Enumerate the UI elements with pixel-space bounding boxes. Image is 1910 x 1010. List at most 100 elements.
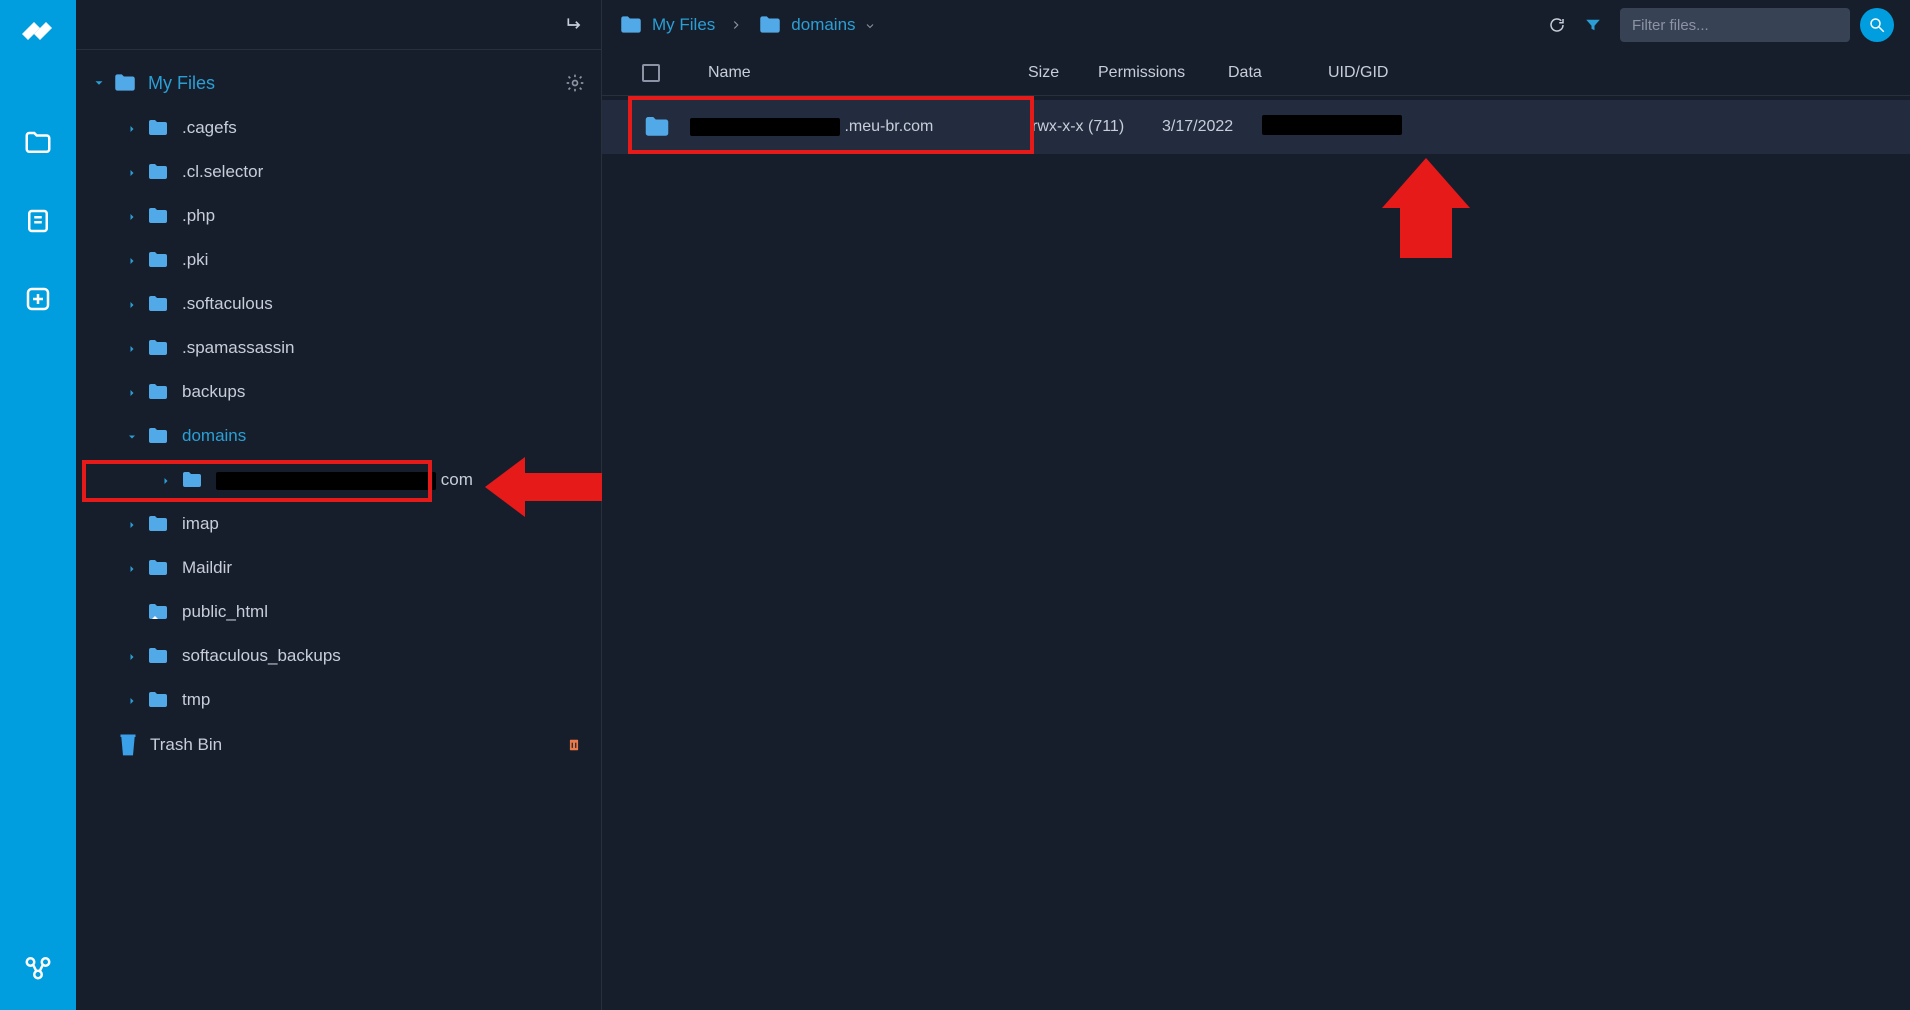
nav-files-icon[interactable]	[23, 128, 53, 158]
nav-notes-icon[interactable]	[23, 206, 53, 236]
col-header-date[interactable]: Data	[1228, 64, 1328, 82]
folder-icon	[146, 336, 170, 360]
tree-root-label: My Files	[148, 73, 215, 94]
tree-item-label: .softaculous	[182, 294, 273, 314]
filter-input[interactable]	[1620, 8, 1850, 42]
folder-icon	[146, 512, 170, 536]
folder-icon	[146, 556, 170, 580]
annotation-arrow-up	[1382, 158, 1470, 258]
tree-item-label: .cagefs	[182, 118, 237, 138]
table-header: Name Size Permissions Data UID/GID	[602, 50, 1910, 96]
tree-item-trash[interactable]: Trash Bin	[82, 722, 601, 768]
row-name-suffix: .meu-br.com	[844, 118, 933, 135]
chevron-right-icon	[126, 122, 138, 134]
icon-rail	[0, 0, 76, 1010]
breadcrumb-myfiles[interactable]: My Files	[652, 15, 715, 35]
tree-item[interactable]: .cagefs	[82, 106, 601, 150]
tree-item[interactable]: .cl.selector	[82, 150, 601, 194]
chevron-right-icon	[126, 650, 138, 662]
folder-icon	[146, 688, 170, 712]
tree-item-label: Maildir	[182, 558, 232, 578]
folder-icon	[757, 12, 783, 38]
redacted-text	[690, 118, 840, 136]
col-header-size[interactable]: Size	[1028, 64, 1098, 82]
chevron-right-icon	[126, 166, 138, 178]
tree-item[interactable]: backups	[82, 370, 601, 414]
chevron-right-icon	[729, 18, 743, 32]
folder-shortcut-icon	[146, 600, 170, 624]
tree-item[interactable]: .php	[82, 194, 601, 238]
chevron-right-icon	[160, 474, 172, 486]
chevron-right-icon	[126, 386, 138, 398]
tree-item-label: .php	[182, 206, 215, 226]
tree-item-label: softaculous_backups	[182, 646, 341, 666]
redacted-text	[1262, 115, 1402, 135]
chevron-down-icon[interactable]	[864, 19, 876, 31]
tree-item-label: .spamassassin	[182, 338, 294, 358]
content-panel: My Files domains Name Size Permissions D…	[602, 0, 1910, 1010]
tree-item[interactable]: .pki	[82, 238, 601, 282]
tree-root: My Files .cagefs .cl.selector .php .pki	[76, 50, 601, 1010]
col-header-permissions[interactable]: Permissions	[1098, 64, 1228, 82]
chevron-right-icon	[126, 254, 138, 266]
domain-suffix: com	[441, 470, 473, 489]
tree-item-label: tmp	[182, 690, 210, 710]
redacted-text	[216, 472, 436, 490]
folder-icon	[112, 70, 138, 96]
breadcrumb-domains[interactable]: domains	[791, 15, 855, 35]
col-header-uidgid[interactable]: UID/GID	[1328, 64, 1478, 82]
tree-item-label: public_html	[182, 602, 268, 622]
tree-item[interactable]: tmp	[82, 678, 601, 722]
select-all-checkbox[interactable]	[642, 64, 660, 82]
trash-icon	[118, 732, 138, 758]
row-permissions: rwx-x-x (711)	[1032, 118, 1162, 136]
chevron-right-icon	[126, 342, 138, 354]
tree-item[interactable]: .spamassassin	[82, 326, 601, 370]
col-header-name[interactable]: Name	[708, 64, 1028, 82]
enter-icon[interactable]	[565, 15, 585, 35]
folder-icon	[146, 204, 170, 228]
row-date: 3/17/2022	[1162, 118, 1262, 136]
delete-icon[interactable]	[567, 738, 581, 752]
table-row[interactable]: .meu-br.com rwx-x-x (711) 3/17/2022	[602, 100, 1910, 154]
chevron-down-icon	[92, 76, 106, 90]
tree-item-label: com	[216, 470, 473, 490]
folder-icon	[146, 292, 170, 316]
tree-item[interactable]: softaculous_backups	[82, 634, 601, 678]
folder-icon	[146, 424, 170, 448]
folder-icon	[180, 468, 204, 492]
search-button[interactable]	[1860, 8, 1894, 42]
chevron-down-icon	[126, 430, 138, 442]
folder-icon	[146, 380, 170, 404]
tree-toolbar	[76, 0, 601, 50]
folder-icon	[642, 112, 672, 142]
chevron-right-icon	[126, 694, 138, 706]
trash-label: Trash Bin	[150, 735, 222, 755]
folder-icon	[146, 160, 170, 184]
tree-item[interactable]: .softaculous	[82, 282, 601, 326]
tree-item-label: backups	[182, 382, 245, 402]
tree-item-label: imap	[182, 514, 219, 534]
tree-item-label: .pki	[182, 250, 208, 270]
tree-item-label: .cl.selector	[182, 162, 263, 182]
row-name: .meu-br.com	[690, 118, 933, 136]
chevron-right-icon	[126, 210, 138, 222]
folder-icon	[146, 248, 170, 272]
gear-icon[interactable]	[565, 73, 585, 93]
chevron-right-icon	[126, 562, 138, 574]
tree-item-domains[interactable]: domains	[82, 414, 601, 458]
filter-icon[interactable]	[1584, 16, 1602, 34]
tree-item-public-html[interactable]: public_html	[82, 590, 601, 634]
tree-root-item[interactable]: My Files	[82, 60, 601, 106]
tree-item-label: domains	[182, 426, 246, 446]
folder-icon	[146, 116, 170, 140]
nav-settings-icon[interactable]	[23, 952, 53, 982]
chevron-right-icon	[126, 298, 138, 310]
chevron-right-icon	[126, 518, 138, 530]
tree-item[interactable]: Maildir	[82, 546, 601, 590]
app-logo-icon	[18, 14, 58, 54]
nav-add-icon[interactable]	[23, 284, 53, 314]
refresh-icon[interactable]	[1548, 16, 1566, 34]
folder-icon	[146, 644, 170, 668]
row-uidgid	[1262, 115, 1412, 140]
